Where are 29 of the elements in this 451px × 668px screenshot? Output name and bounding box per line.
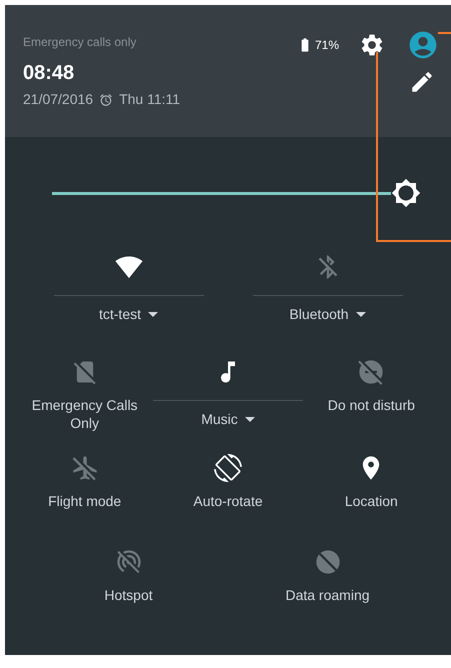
tile-dropdown[interactable]: Bluetooth (289, 306, 366, 324)
roaming-off-icon[interactable] (314, 548, 342, 576)
airplane-off-icon[interactable] (70, 454, 99, 482)
battery-percent: 71% (314, 37, 339, 54)
tile-dropdown[interactable]: Music (201, 410, 255, 428)
do-not-disturb-icon[interactable] (357, 358, 386, 386)
tile-label[interactable]: Data roaming (285, 586, 370, 604)
settings-icon[interactable] (359, 32, 385, 58)
carrier-text: Emergency calls only (23, 34, 138, 51)
brightness-icon[interactable] (391, 178, 421, 208)
caret-icon (356, 312, 366, 318)
tile-label[interactable]: Location (344, 492, 398, 510)
caret-icon (148, 312, 158, 318)
tile-dropdown[interactable]: tct-test (98, 306, 158, 324)
tile-label[interactable]: Do not disturb (328, 396, 415, 414)
rotate-icon[interactable] (214, 454, 242, 482)
caret-icon (244, 416, 255, 422)
tile-label[interactable]: Flight mode (48, 492, 122, 510)
brightness-slider[interactable] (52, 192, 391, 194)
alarm-icon (99, 92, 114, 106)
alarm-time: Thu 11:11 (119, 90, 180, 109)
leader-line (438, 32, 451, 34)
hotspot-off-icon[interactable] (114, 548, 142, 576)
date-text: 21/07/2016 (23, 90, 94, 109)
tile-label[interactable]: Hotspot (104, 586, 153, 604)
tile-label[interactable]: Auto-rotate (193, 492, 263, 510)
tile-label[interactable]: Emergency Calls Only (24, 396, 145, 432)
clock-time: 08:48 (23, 63, 76, 83)
user-avatar-icon[interactable] (407, 29, 439, 61)
